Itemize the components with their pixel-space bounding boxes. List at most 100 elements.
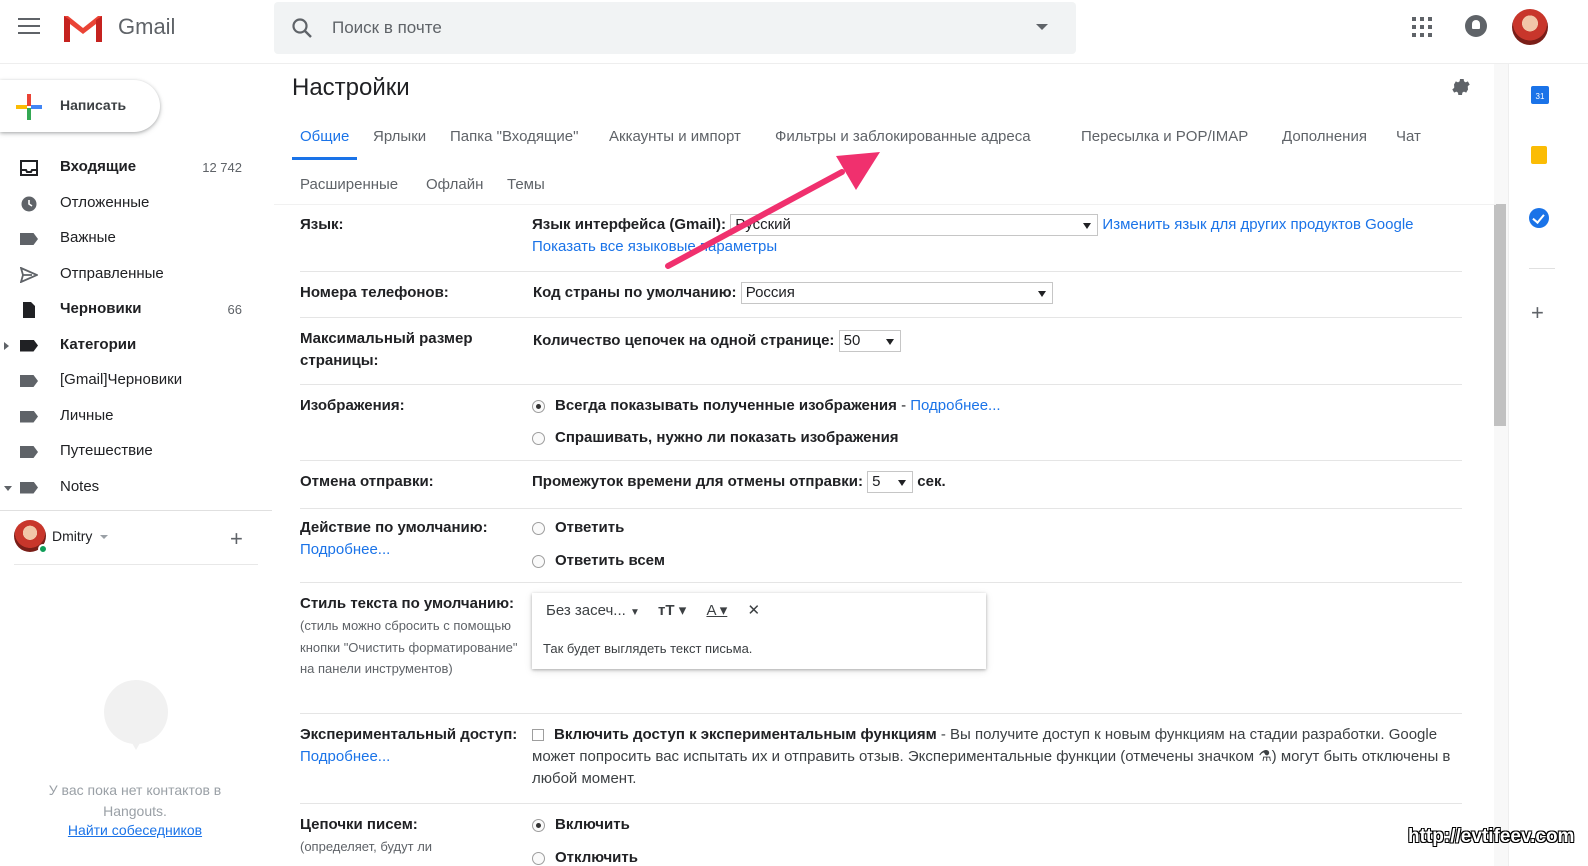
find-people-link[interactable]: Найти собеседников [30,822,240,838]
label-icon [20,410,38,423]
main-menu-icon[interactable] [18,18,40,36]
change-language-link[interactable]: Изменить язык для других продуктов Googl… [1102,216,1413,233]
gear-icon[interactable] [1450,76,1472,98]
radio-always-show[interactable] [532,399,545,413]
sidebar-item-important[interactable]: Важные [0,221,274,257]
all-language-options-link[interactable]: Показать все языковые параметры [532,238,777,255]
setting-images: Изображения: Всегда показывать полученны… [300,385,1462,461]
undo-send-control: Промежуток времени для отмены отправки: … [532,471,946,494]
font-size-icon[interactable]: тТ ▾ [658,602,686,619]
add-contact-icon[interactable]: + [230,526,243,552]
compose-button[interactable]: Написать [0,80,160,132]
gmail-logo[interactable] [62,12,104,44]
search-icon[interactable] [290,16,314,40]
sidebar-item-label: [Gmail]Черновики [60,371,183,388]
hangouts-bubble-icon [104,680,168,750]
sidebar-item-inbox[interactable]: Входящие 12 742 [0,150,274,186]
label-icon [20,339,38,352]
sidebar-item-categories[interactable]: Категории [0,328,274,364]
setting-phone: Номера телефонов: Код страны по умолчани… [300,272,1462,318]
sidebar-item-sent[interactable]: Отправленные [0,257,274,293]
option-label: Отключить [555,849,638,866]
folder-list: Входящие 12 742 Отложенные Важные Отправ… [0,150,274,505]
learn-more-link[interactable]: Подробнее... [300,748,390,765]
account-avatar[interactable] [1512,9,1548,45]
hangouts-user-name[interactable]: Dmitry [52,528,92,544]
sidebar-item-label: Категории [60,335,137,353]
language-select[interactable]: Русский [730,214,1099,237]
tab-accounts[interactable]: Аккаунты и импорт [609,124,741,160]
setting-label: Язык: [300,216,344,233]
radio-threads-off[interactable] [532,851,545,865]
inbox-icon [20,160,38,176]
tab-filters[interactable]: Фильтры и заблокированные адреса [775,124,1031,160]
learn-more-link[interactable]: Подробнее... [300,541,390,558]
setting-label: Действие по умолчанию: [300,519,488,536]
radio-ask-before[interactable] [532,431,545,445]
search-input[interactable] [332,14,1012,42]
page-size-select[interactable]: 50 [838,330,901,353]
setting-undo-send: Отмена отправки: Промежуток времени для … [300,461,1462,509]
field-label: Промежуток времени для отмены отправки: [532,473,863,490]
country-select[interactable]: Россия [740,282,1053,305]
tab-advanced[interactable]: Расширенные [300,172,398,208]
tab-forwarding[interactable]: Пересылка и POP/IMAP [1081,124,1248,160]
expand-arrow-icon[interactable] [4,341,9,350]
undo-seconds-select[interactable]: 5 [867,471,914,494]
sidebar-item-gmail-drafts[interactable]: [Gmail]Черновики [0,363,274,399]
divider [1529,268,1555,269]
tab-themes[interactable]: Темы [507,172,545,208]
scrollbar-track[interactable] [1494,64,1508,866]
tab-labels[interactable]: Ярлыки [373,124,426,160]
tab-addons[interactable]: Дополнения [1282,124,1367,160]
compose-label: Написать [60,97,127,113]
calendar-icon[interactable]: 31 [1531,86,1549,104]
chevron-down-icon[interactable]: ▼ [630,607,640,618]
tasks-icon[interactable] [1529,208,1549,228]
tab-general[interactable]: Общие [292,124,358,160]
text-color-icon[interactable]: A ▾ [706,602,727,619]
hangouts-user[interactable]: Dmitry + [14,520,264,560]
font-select[interactable]: Без засеч... [546,602,626,619]
sidebar-item-travel[interactable]: Путешествие [0,434,274,470]
clock-icon [21,196,37,211]
editor-preview-text: Так будет выглядеть текст письма. [543,641,753,656]
apps-grid-icon[interactable] [1412,17,1432,37]
collapse-arrow-icon[interactable] [4,485,12,491]
option-label: Всегда показывать полученные изображения [555,397,897,414]
draft-icon [23,302,35,318]
setting-label: Отмена отправки: [300,473,434,490]
radio-reply[interactable] [532,521,545,535]
radio-reply-all[interactable] [532,554,545,568]
setting-page-size: Максимальный размер страницы: Количество… [300,318,1462,385]
option-label: Включить [555,816,630,833]
plus-icon [16,94,42,120]
setting-language: Язык: Язык интерфейса (Gmail): Русский И… [300,204,1462,272]
sidebar-item-personal[interactable]: Личные [0,399,274,435]
tab-chat[interactable]: Чат [1396,124,1421,160]
sidebar-item-notes[interactable]: Notes [0,470,274,506]
learn-more-link[interactable]: Подробнее... [910,397,1000,414]
chevron-down-icon[interactable] [100,535,108,539]
add-addon-icon[interactable]: + [1531,300,1544,326]
watermark: http://evtifeev.com [1408,826,1575,847]
sidebar-item-label: Notes [60,477,100,495]
sidebar-item-snoozed[interactable]: Отложенные [0,186,274,222]
tab-offline[interactable]: Офлайн [426,172,483,208]
field-label: Код страны по умолчанию: [533,284,737,301]
setting-label-block: Действие по умолчанию: Подробнее... [300,517,528,561]
search-options-icon[interactable] [1036,24,1048,30]
field-label: Язык интерфейса (Gmail): [532,216,727,233]
tab-inbox[interactable]: Папка "Входящие" [450,124,578,160]
sidebar-item-drafts[interactable]: Черновики 66 [0,292,274,328]
radio-threads-on[interactable] [532,818,545,832]
keep-icon[interactable] [1531,146,1547,164]
notifications-icon[interactable] [1465,15,1487,37]
clear-formatting-icon[interactable]: ✕ [747,602,760,619]
text-style-editor[interactable]: Без засеч... ▼ тТ ▾ A ▾ ✕ Так будет выгл… [532,593,986,669]
search-bar[interactable] [274,2,1076,54]
send-icon [20,266,38,283]
setting-default-action: Действие по умолчанию: Подробнее... Отве… [300,509,1462,583]
option-label: Включить доступ к экспериментальным функ… [554,726,937,743]
experimental-checkbox[interactable] [532,729,544,742]
